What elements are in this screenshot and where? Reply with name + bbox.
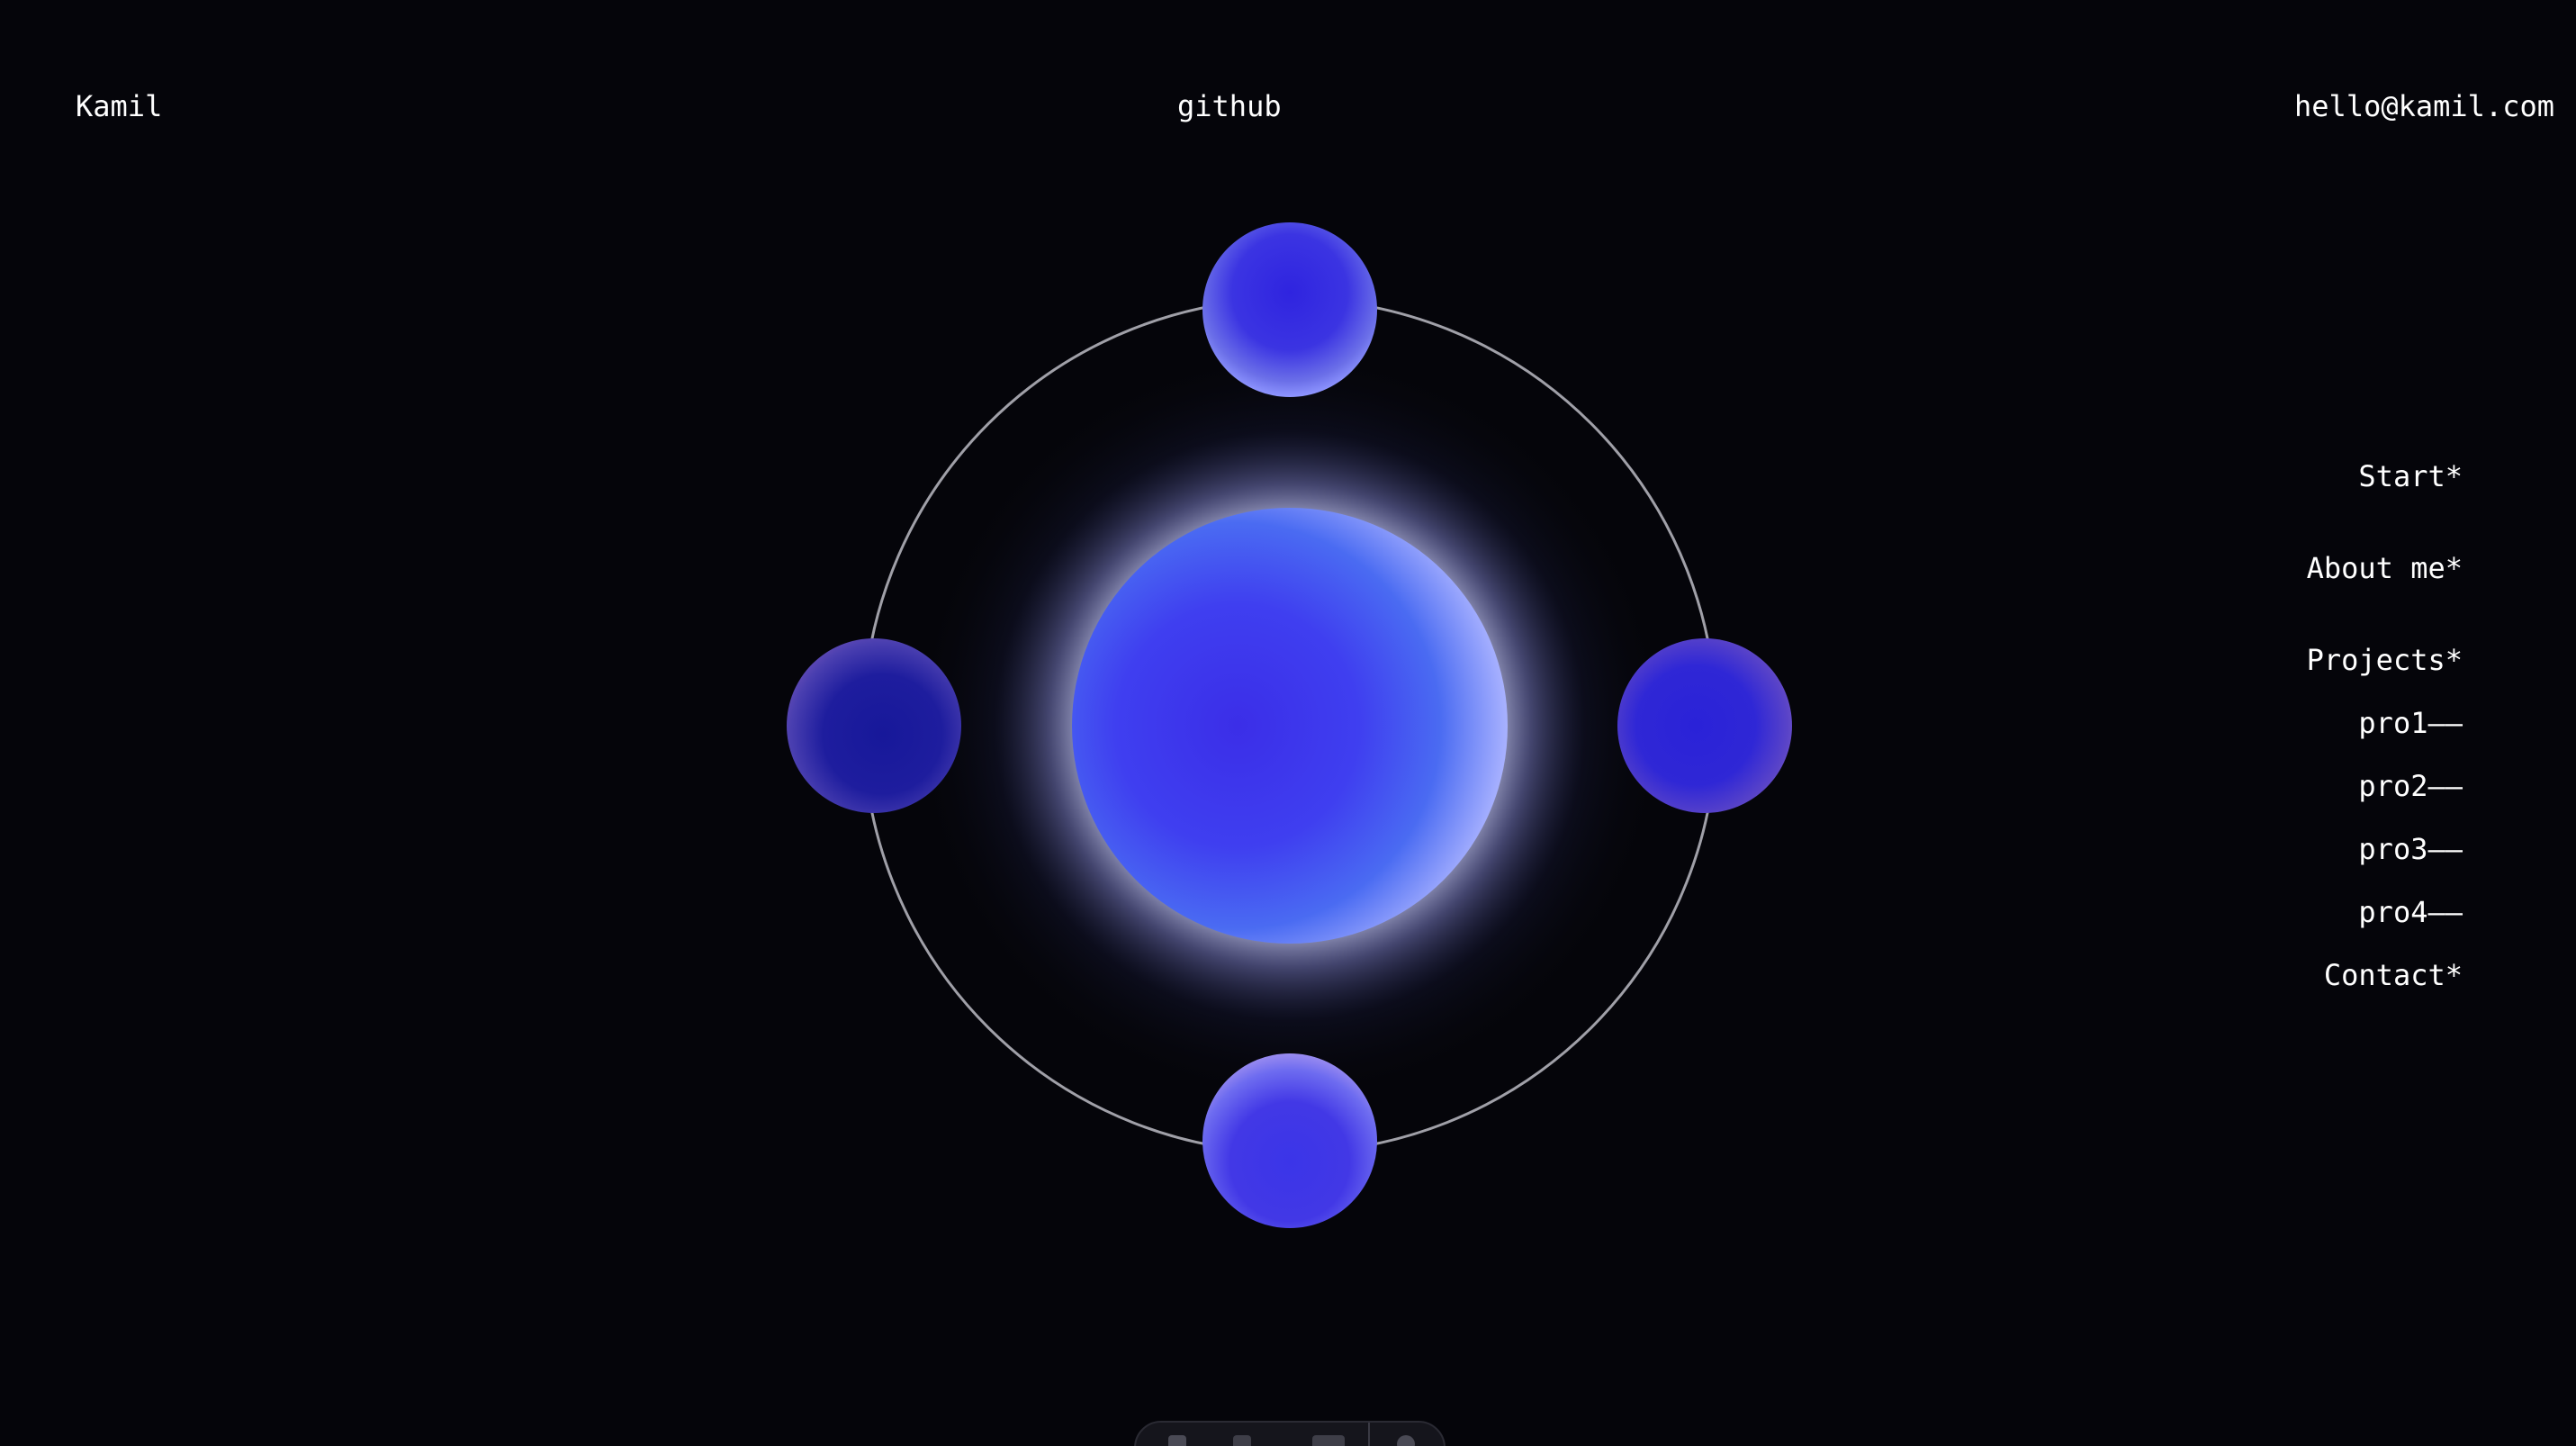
bottom-toolbar [1134,1421,1446,1446]
nav-item-projects[interactable]: Projects* [2307,642,2463,678]
toolbar-icon[interactable] [1233,1435,1251,1446]
nav-item-start[interactable]: Start* [2358,458,2463,494]
github-link[interactable]: github [1177,88,1282,124]
orbit-scene [787,222,1792,1228]
toolbar-icon[interactable] [1397,1435,1415,1446]
toolbar-divider [1368,1423,1370,1446]
nav-item-pro2[interactable]: pro2–– [2358,768,2463,804]
nav-item-pro4[interactable]: pro4–– [2358,894,2463,930]
nav-item-pro1[interactable]: pro1–– [2358,705,2463,741]
brand-name[interactable]: Kamil [76,88,162,124]
satellite-sphere-top[interactable] [1202,222,1377,397]
toolbar-icon[interactable] [1312,1435,1345,1446]
satellite-sphere-left[interactable] [787,638,961,813]
satellite-sphere-bottom[interactable] [1202,1053,1377,1228]
nav-item-contact[interactable]: Contact* [2324,957,2463,993]
satellite-sphere-right[interactable] [1617,638,1792,813]
email-link[interactable]: hello@kamil.com [2294,88,2554,124]
nav-item-pro3[interactable]: pro3–– [2358,831,2463,867]
nav-item-about-me[interactable]: About me* [2307,550,2463,586]
toolbar-icon[interactable] [1168,1435,1186,1446]
central-sphere [1072,508,1508,944]
